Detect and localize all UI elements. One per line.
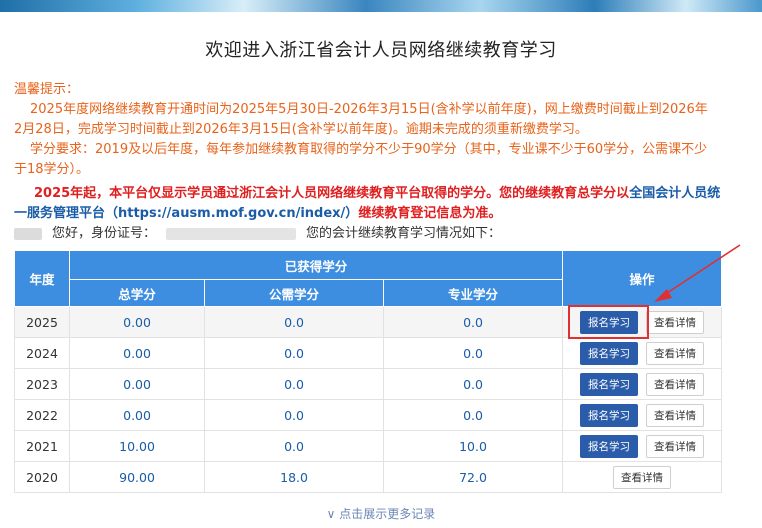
chevron-down-icon: ∨ xyxy=(326,507,336,521)
cell-public: 0.0 xyxy=(204,306,385,338)
cell-total: 0.00 xyxy=(68,337,206,369)
greeting-suffix: 您的会计继续教育学习情况如下： xyxy=(306,226,502,241)
show-more-label: 点击展示更多记录 xyxy=(339,507,436,521)
enroll-button[interactable]: 报名学习 xyxy=(580,341,638,365)
view-details-button[interactable]: 查看详情 xyxy=(646,434,704,458)
redacted-name xyxy=(14,227,42,240)
cell-actions: 报名学习 查看详情 xyxy=(562,368,722,400)
table-row: 2021 10.00 0.0 10.0 报名学习 查看详情 xyxy=(14,430,722,462)
notice-line-credit-requirement: 学分要求：2019及以后年度，每年参加继续教育取得的学分不少于90学分（其中，专… xyxy=(14,142,708,177)
cell-professional: 0.0 xyxy=(383,368,563,400)
cell-professional: 10.0 xyxy=(383,430,563,462)
cell-public: 0.0 xyxy=(204,399,385,431)
header-year: 年度 xyxy=(14,250,70,307)
cell-professional: 0.0 xyxy=(383,306,563,338)
table-row: 2022 0.00 0.0 0.0 报名学习 查看详情 xyxy=(14,399,722,431)
cell-public: 18.0 xyxy=(204,461,385,493)
credit-statement-part2: 继续教育登记信息为准。 xyxy=(358,206,502,221)
credit-statement-part1: 2025年起，本平台仅显示学员通过浙江会计人员网络继续教育平台取得的学分。您的继… xyxy=(34,186,630,201)
cell-total: 10.00 xyxy=(68,430,206,462)
cell-year: 2025 xyxy=(14,306,70,338)
redacted-id-number xyxy=(166,227,297,240)
cell-public: 0.0 xyxy=(204,368,385,400)
cell-year: 2024 xyxy=(14,337,70,369)
enroll-button[interactable]: 报名学习 xyxy=(580,434,638,458)
notice-heading: 温馨提示： xyxy=(14,82,80,97)
cell-professional: 0.0 xyxy=(383,337,563,369)
header-actions: 操作 xyxy=(562,250,722,307)
credit-records-table: 年度 已获得学分 操作 总学分 公需学分 专业学分 2025 0.00 0.0 … xyxy=(14,250,722,493)
cell-year: 2022 xyxy=(14,399,70,431)
table-row: 2023 0.00 0.0 0.0 报名学习 查看详情 xyxy=(14,368,722,400)
greeting: 您好，身份证号： 您的会计继续教育学习情况如下： xyxy=(14,222,501,241)
view-details-button[interactable]: 查看详情 xyxy=(646,403,704,427)
view-details-button[interactable]: 查看详情 xyxy=(646,310,704,334)
enroll-button[interactable]: 报名学习 xyxy=(580,372,638,396)
top-banner xyxy=(0,0,762,12)
table-row: 2024 0.00 0.0 0.0 报名学习 查看详情 xyxy=(14,337,722,369)
view-details-button[interactable]: 查看详情 xyxy=(646,372,704,396)
greeting-hello: 您好，身份证号： xyxy=(52,226,157,241)
header-total-credits: 总学分 xyxy=(68,279,206,307)
view-details-button[interactable]: 查看详情 xyxy=(613,465,671,489)
header-public-credits: 公需学分 xyxy=(204,279,385,307)
show-more-records-link[interactable]: ∨ 点击展示更多记录 xyxy=(0,505,762,522)
cell-total: 0.00 xyxy=(68,306,206,338)
cell-actions: 报名学习 查看详情 xyxy=(562,399,722,431)
cell-professional: 72.0 xyxy=(383,461,563,493)
cell-actions: 报名学习 查看详情 xyxy=(562,430,722,462)
enroll-button[interactable]: 报名学习 xyxy=(580,310,638,334)
header-earned-credits: 已获得学分 xyxy=(69,250,563,280)
view-details-button[interactable]: 查看详情 xyxy=(646,341,704,365)
cell-year: 2020 xyxy=(14,461,70,493)
table-row: 2020 90.00 18.0 72.0 查看详情 xyxy=(14,461,722,493)
cell-total: 90.00 xyxy=(68,461,206,493)
cell-actions: 查看详情 xyxy=(562,461,722,493)
page-title: 欢迎进入浙江省会计人员网络继续教育学习 xyxy=(205,40,557,61)
header-professional-credits: 专业学分 xyxy=(383,279,563,307)
cell-public: 0.0 xyxy=(204,337,385,369)
cell-public: 0.0 xyxy=(204,430,385,462)
cell-total: 0.00 xyxy=(68,368,206,400)
table-row: 2025 0.00 0.0 0.0 报名学习 查看详情 xyxy=(14,306,722,338)
credit-statement: 2025年起，本平台仅显示学员通过浙江会计人员网络继续教育平台取得的学分。您的继… xyxy=(14,184,730,224)
notice-line-schedule: 2025年度网络继续教育开通时间为2025年5月30日-2026年3月15日(含… xyxy=(14,102,708,137)
enroll-button[interactable]: 报名学习 xyxy=(580,403,638,427)
cell-professional: 0.0 xyxy=(383,399,563,431)
cell-actions: 报名学习 查看详情 xyxy=(562,337,722,369)
notice: 温馨提示： 2025年度网络继续教育开通时间为2025年5月30日-2026年3… xyxy=(14,80,714,180)
cell-year: 2021 xyxy=(14,430,70,462)
cell-actions: 报名学习 查看详情 xyxy=(562,306,722,338)
cell-total: 0.00 xyxy=(68,399,206,431)
cell-year: 2023 xyxy=(14,368,70,400)
